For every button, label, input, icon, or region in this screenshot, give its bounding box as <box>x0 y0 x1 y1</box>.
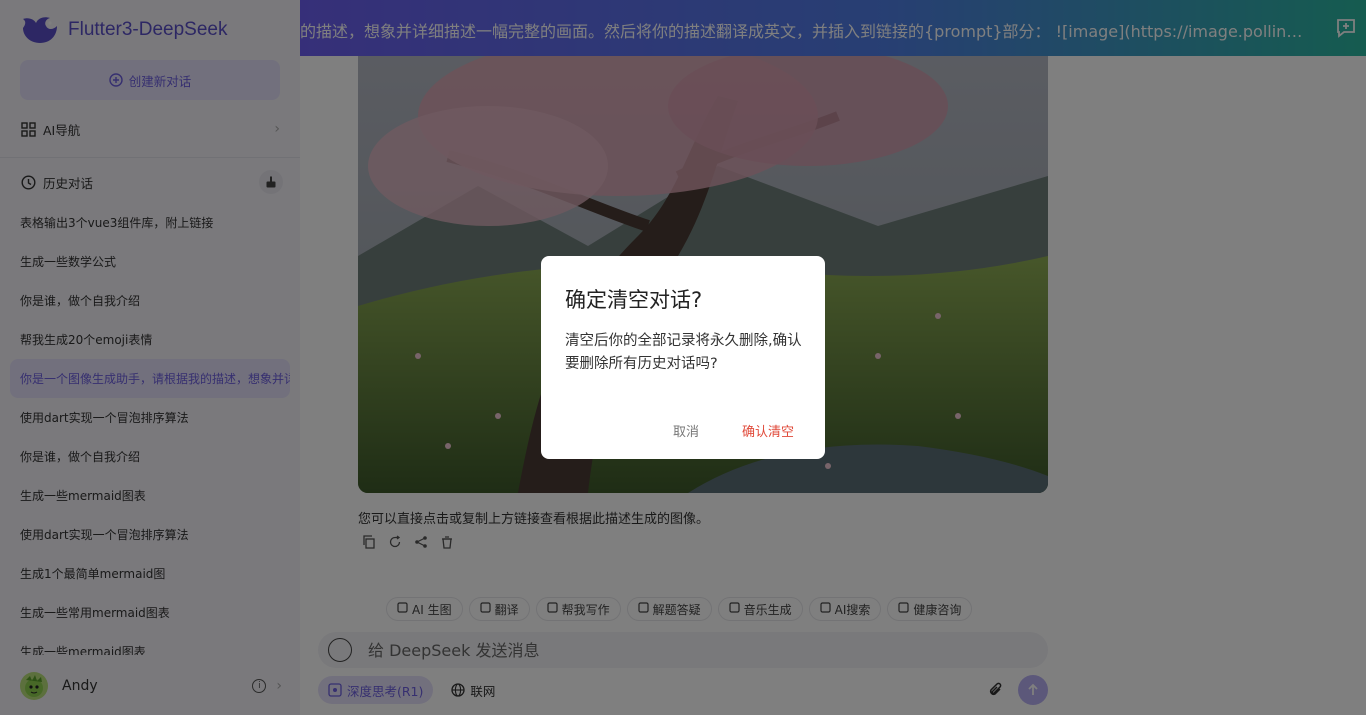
dialog-title: 确定清空对话? <box>565 288 703 312</box>
confirm-clear-dialog: 确定清空对话? 清空后你的全部记录将永久删除,确认要删除所有历史对话吗? 取消 … <box>541 256 825 459</box>
dialog-message: 清空后你的全部记录将永久删除,确认要删除所有历史对话吗? <box>565 333 802 372</box>
confirm-clear-button[interactable]: 确认清空 <box>742 421 794 440</box>
cancel-button[interactable]: 取消 <box>673 421 699 440</box>
